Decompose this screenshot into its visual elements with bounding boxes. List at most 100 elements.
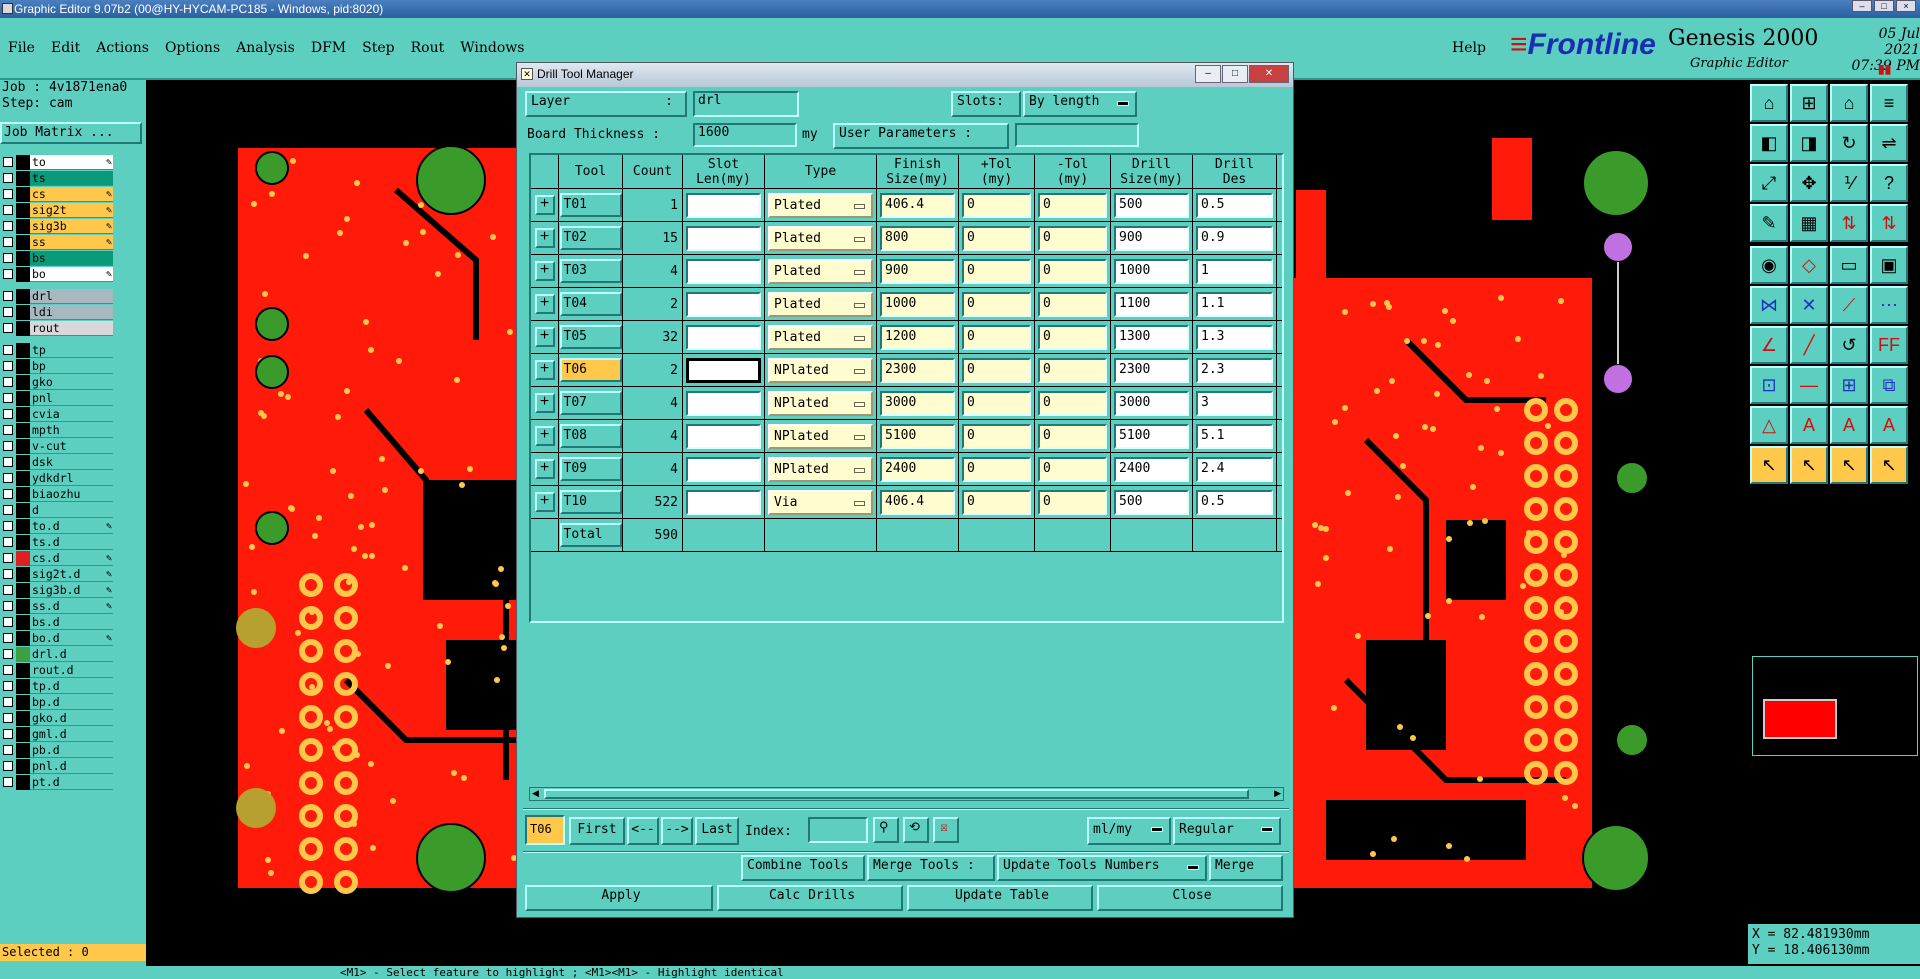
tool-button[interactable]: T02	[559, 226, 622, 250]
layer-checkbox[interactable]	[3, 537, 13, 547]
first-button[interactable]: First	[569, 817, 625, 845]
layer-checkbox[interactable]	[3, 157, 13, 167]
layer-checkbox[interactable]	[3, 713, 13, 723]
layer-color-swatch[interactable]	[16, 374, 30, 390]
layer-color-swatch[interactable]	[16, 678, 30, 694]
layer-checkbox[interactable]	[3, 521, 13, 531]
layer-row[interactable]: cs	[0, 186, 120, 202]
drill-des-field[interactable]: 2.3	[1196, 357, 1273, 383]
layer-checkbox[interactable]	[3, 649, 13, 659]
type-dropdown[interactable]: Plated	[768, 225, 873, 251]
redraw-icon[interactable]: ↻	[1830, 124, 1868, 162]
select-icon[interactable]: ↖	[1750, 446, 1788, 484]
finish-size-field[interactable]: 2300	[880, 357, 955, 383]
layer-name[interactable]: ss	[30, 234, 113, 250]
finish-size-field[interactable]: 800	[880, 225, 955, 251]
layer-color-swatch[interactable]	[16, 250, 30, 266]
layer-row[interactable]: ts.d	[0, 534, 120, 550]
next-button[interactable]: -->	[661, 817, 693, 845]
scale-icon[interactable]: ⅟	[1830, 164, 1868, 202]
menu-options[interactable]: Options	[165, 40, 220, 56]
layer-color-swatch[interactable]	[16, 406, 30, 422]
layer-name[interactable]: sig3b.d	[30, 582, 113, 598]
layer-color-swatch[interactable]	[16, 218, 30, 234]
drill-size-field[interactable]: 1000	[1114, 258, 1189, 284]
expand-row-icon[interactable]: +	[534, 459, 555, 479]
layer-name[interactable]: pnl	[30, 390, 113, 406]
prev-button[interactable]: <--	[627, 817, 659, 845]
layer-row[interactable]: ldi	[0, 304, 120, 320]
menu-edit[interactable]: Edit	[51, 40, 80, 56]
finish-size-field[interactable]: 900	[880, 258, 955, 284]
move-icon[interactable]: ⊡	[1750, 366, 1788, 404]
layer-checkbox[interactable]	[3, 745, 13, 755]
finish-size-field[interactable]: 406.4	[880, 489, 955, 515]
layer-name[interactable]: tp	[30, 342, 113, 358]
drill-des-field[interactable]: 1	[1196, 258, 1273, 284]
layer-row[interactable]: pnl.d	[0, 758, 120, 774]
layer-name[interactable]: d	[30, 502, 113, 518]
plus-tol-field[interactable]: 0	[962, 225, 1031, 251]
layer-checkbox[interactable]	[3, 601, 13, 611]
layer-color-swatch[interactable]	[16, 266, 30, 282]
maximize-button[interactable]: □	[1874, 0, 1894, 12]
layer-name[interactable]: pt.d	[30, 774, 113, 790]
slot-length-field[interactable]	[686, 390, 761, 416]
expand-row-icon[interactable]: +	[534, 195, 555, 215]
tool-button[interactable]: T03	[559, 259, 622, 283]
expand-row-icon[interactable]: +	[534, 327, 555, 347]
layer-color-swatch[interactable]	[16, 774, 30, 790]
drill-size-field[interactable]: 2300	[1114, 357, 1189, 383]
layer-row[interactable]: tp	[0, 342, 120, 358]
close-button[interactable]: ×	[1896, 0, 1916, 12]
layer-checkbox[interactable]	[3, 173, 13, 183]
index-field[interactable]	[808, 817, 868, 843]
layer-row[interactable]: cvia	[0, 406, 120, 422]
layer-color-swatch[interactable]	[16, 742, 30, 758]
slot-length-field[interactable]	[686, 357, 761, 383]
drill-size-field[interactable]: 500	[1114, 192, 1189, 218]
layer-name[interactable]: gml.d	[30, 726, 113, 742]
type-dropdown[interactable]: Via	[768, 489, 873, 515]
layer-row[interactable]: mpth	[0, 422, 120, 438]
finish-size-field[interactable]: 5100	[880, 423, 955, 449]
layer-checkbox[interactable]	[3, 729, 13, 739]
type-dropdown[interactable]: NPlated	[768, 390, 873, 416]
layer-name[interactable]: sig3b	[30, 218, 113, 234]
layer-name[interactable]: biaozhu	[30, 486, 113, 502]
minimize-button[interactable]: –	[1852, 0, 1872, 12]
expand-row-icon[interactable]: +	[534, 228, 555, 248]
plus-tol-field[interactable]: 0	[962, 258, 1031, 284]
fit-icon[interactable]: ⤢	[1750, 164, 1788, 202]
drill-des-field[interactable]: 3	[1196, 390, 1273, 416]
zoom-home-icon[interactable]: ⌂	[1750, 84, 1788, 122]
drill-size-field[interactable]: 5100	[1114, 423, 1189, 449]
layer-checkbox[interactable]	[3, 221, 13, 231]
mode-dropdown[interactable]: Regular	[1173, 817, 1281, 845]
layer-row[interactable]: sig2t	[0, 202, 120, 218]
layer-color-swatch[interactable]	[16, 598, 30, 614]
layer-checkbox[interactable]	[3, 633, 13, 643]
layer-row[interactable]: drl.d	[0, 646, 120, 662]
layer-name[interactable]: sig2t.d	[30, 566, 113, 582]
board-thickness-field[interactable]: 1600	[693, 123, 797, 147]
layer-name[interactable]: dsk	[30, 454, 113, 470]
layer-name[interactable]: bo	[30, 266, 113, 282]
layer-name[interactable]: drl.d	[30, 646, 113, 662]
minus-tol-field[interactable]: 0	[1038, 357, 1107, 383]
dialog-maximize-button[interactable]: □	[1222, 65, 1248, 83]
zoom-in-icon[interactable]: ⊞	[1790, 84, 1828, 122]
type-dropdown[interactable]: NPlated	[768, 456, 873, 482]
plus-tol-field[interactable]: 0	[962, 324, 1031, 350]
drill-size-field[interactable]: 500	[1114, 489, 1189, 515]
layer-checkbox[interactable]	[3, 393, 13, 403]
layer-color-swatch[interactable]	[16, 486, 30, 502]
layer-checkbox[interactable]	[3, 237, 13, 247]
clear-icon[interactable]: ☒	[933, 817, 959, 843]
layer-row[interactable]: bp	[0, 358, 120, 374]
menu-analysis[interactable]: Analysis	[236, 40, 295, 56]
layer-row[interactable]: to.d	[0, 518, 120, 534]
layer-name[interactable]: v-cut	[30, 438, 113, 454]
layer-row[interactable]: v-cut	[0, 438, 120, 454]
layer-row[interactable]: bs.d	[0, 614, 120, 630]
